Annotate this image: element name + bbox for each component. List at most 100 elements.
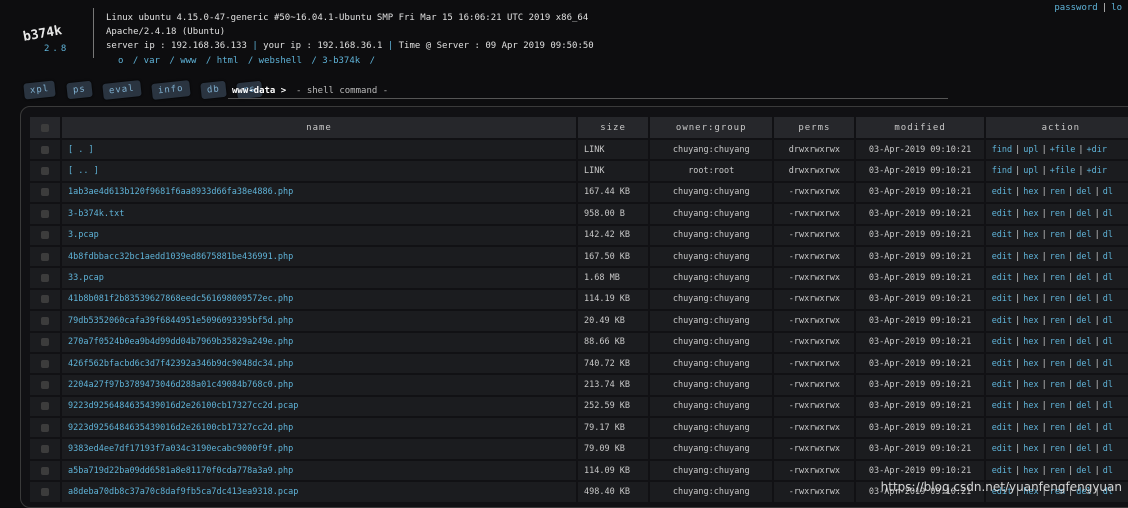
row-select-cell[interactable] (30, 375, 61, 395)
file-name-link[interactable]: 79db5352060cafa39f6844951e5096093395bf5d… (62, 311, 576, 331)
file-name-link[interactable]: 9223d9256484635439016d2e26100cb17327cc2d… (62, 396, 576, 417)
file-name-link[interactable]: 2204a27f97b3789473046d288a01c49084b768c0… (62, 375, 576, 395)
table-row[interactable]: 3-b374k.txt 958.00 Bchuyang:chuyang -rwxrw… (30, 204, 1128, 224)
file-perms[interactable]: -rwxrwxrwx (774, 182, 855, 203)
file-perms[interactable]: -rwxrwxrwx (774, 268, 855, 288)
action-del[interactable]: del (1076, 359, 1091, 369)
action-dl[interactable]: dl (1103, 337, 1113, 347)
tab-info[interactable]: info (151, 80, 191, 100)
file-name-link[interactable]: [ .. ] (62, 161, 576, 181)
action-edit[interactable]: edit (992, 380, 1012, 390)
action-hex[interactable]: hex (1023, 230, 1038, 240)
action-del[interactable]: del (1076, 444, 1091, 454)
breadcrumb-root[interactable]: o (118, 56, 123, 66)
action-hex[interactable]: hex (1023, 273, 1038, 283)
action-dl[interactable]: dl (1103, 316, 1113, 326)
file-perms[interactable]: -rwxrwxrwx (774, 225, 855, 245)
row-select-cell[interactable] (30, 311, 61, 331)
action-del[interactable]: del (1076, 252, 1091, 262)
file-name-link[interactable]: 41b8b081f2b83539627868eedc561698009572ec… (62, 289, 576, 310)
action-dl[interactable]: dl (1103, 273, 1113, 283)
action-del[interactable]: del (1076, 316, 1091, 326)
action-find[interactable]: find (992, 166, 1012, 176)
action-ren[interactable]: ren (1050, 423, 1065, 433)
action-dl[interactable]: dl (1103, 209, 1113, 219)
file-name-link[interactable]: 9383ed4ee7df17193f7a034c3190ecabc9000f9f… (62, 439, 576, 459)
row-checkbox[interactable] (41, 402, 50, 411)
tab-ps[interactable]: ps (65, 80, 93, 100)
action-ren[interactable]: ren (1050, 294, 1065, 304)
table-row[interactable]: [ . ] LINK chuyang:chuyang drwxrwxrwx 03-Apr… (30, 140, 1128, 160)
table-row[interactable]: 2204a27f97b3789473046d288a01c49084b768c0… (30, 375, 1128, 395)
action-ren[interactable]: ren (1050, 444, 1065, 454)
action-ren[interactable]: ren (1050, 337, 1065, 347)
row-select-cell[interactable] (30, 246, 61, 267)
action-edit[interactable]: edit (992, 294, 1012, 304)
action-hex[interactable]: hex (1023, 209, 1038, 219)
table-row[interactable]: 1ab3ae4d613b120f9681f6aa8933d66fa38e4886… (30, 182, 1128, 203)
table-row[interactable]: 270a7f0524b0ea9b4d99dd04b7969b35829a249e… (30, 332, 1128, 352)
action-del[interactable]: del (1076, 230, 1091, 240)
select-all-header[interactable] (30, 117, 61, 138)
action-edit[interactable]: edit (992, 337, 1012, 347)
action-dl[interactable]: dl (1103, 294, 1113, 304)
action-edit[interactable]: edit (992, 423, 1012, 433)
action-hex[interactable]: hex (1023, 380, 1038, 390)
action-hex[interactable]: hex (1023, 466, 1038, 476)
action-dl[interactable]: dl (1103, 252, 1113, 262)
row-select-cell[interactable] (30, 353, 61, 374)
table-row[interactable]: 33.pcap 1.68 MB chuyang:chuyang -rwxrwxrwx 0… (30, 268, 1128, 288)
action-ren[interactable]: ren (1050, 252, 1065, 262)
row-checkbox[interactable] (41, 145, 50, 154)
action-hex[interactable]: hex (1023, 359, 1038, 369)
row-select-cell[interactable] (30, 439, 61, 459)
action-edit[interactable]: edit (992, 359, 1012, 369)
col-size[interactable]: size (577, 117, 649, 138)
file-perms[interactable]: -rwxrwxrwx (774, 460, 855, 481)
breadcrumb-www[interactable]: / www (169, 56, 196, 66)
row-select-cell[interactable] (30, 289, 61, 310)
action-del[interactable]: del (1076, 380, 1091, 390)
tab-db[interactable]: db (200, 80, 227, 100)
row-select-cell[interactable] (30, 482, 61, 502)
row-checkbox[interactable] (41, 359, 50, 368)
action-hex[interactable]: hex (1023, 337, 1038, 347)
row-select-cell[interactable] (30, 204, 61, 224)
file-perms[interactable]: drwxrwxrwx (774, 161, 855, 181)
file-name-link[interactable]: 33.pcap (62, 268, 576, 288)
file-name-link[interactable]: 426f562bfacbd6c3d7f42392a346b9dc9048dc34… (62, 353, 576, 374)
table-row[interactable]: 426f562bfacbd6c3d7f42392a346b9dc9048dc34… (30, 353, 1128, 374)
row-checkbox[interactable] (41, 209, 50, 218)
file-name-link[interactable]: 3-b374k.txt (62, 204, 576, 224)
action-edit[interactable]: edit (992, 209, 1012, 219)
action-edit[interactable]: edit (992, 466, 1012, 476)
action-del[interactable]: del (1076, 337, 1091, 347)
action-new-dir[interactable]: +dir (1087, 166, 1107, 176)
file-name-link[interactable]: a8deba70db8c37a70c8daf9fb5ca7dc413ea9318… (62, 482, 576, 502)
tab-eval[interactable]: eval (102, 80, 142, 100)
action-new-dir[interactable]: +dir (1087, 145, 1107, 155)
action-edit[interactable]: edit (992, 187, 1012, 197)
table-row[interactable]: 9223d9256484635439016d2e26100cb17327cc2d… (30, 396, 1128, 417)
breadcrumb-html[interactable]: / html (206, 56, 239, 66)
table-row[interactable]: 4b8fdbbacc32bc1aedd1039ed8675881be436991… (30, 246, 1128, 267)
action-del[interactable]: del (1076, 423, 1091, 433)
col-perms[interactable]: perms (774, 117, 855, 138)
file-name-link[interactable]: 270a7f0524b0ea9b4d99dd04b7969b35829a249e… (62, 332, 576, 352)
row-checkbox[interactable] (41, 445, 50, 454)
action-del[interactable]: del (1076, 209, 1091, 219)
action-edit[interactable]: edit (992, 316, 1012, 326)
action-dl[interactable]: dl (1103, 466, 1113, 476)
action-ren[interactable]: ren (1050, 230, 1065, 240)
file-perms[interactable]: -rwxrwxrwx (774, 396, 855, 417)
row-checkbox[interactable] (41, 188, 50, 197)
action-hex[interactable]: hex (1023, 444, 1038, 454)
row-select-cell[interactable] (30, 225, 61, 245)
logout-link[interactable]: lo (1111, 3, 1122, 13)
row-checkbox[interactable] (41, 231, 50, 240)
col-owner-group[interactable]: owner:group (650, 117, 773, 138)
file-perms[interactable]: drwxrwxrwx (774, 140, 855, 160)
table-row[interactable]: a5ba719d22ba09dd6581a8e81170f0cda778a3a9… (30, 460, 1128, 481)
file-name-link[interactable]: 1ab3ae4d613b120f9681f6aa8933d66fa38e4886… (62, 182, 576, 203)
action-upl[interactable]: upl (1023, 166, 1038, 176)
